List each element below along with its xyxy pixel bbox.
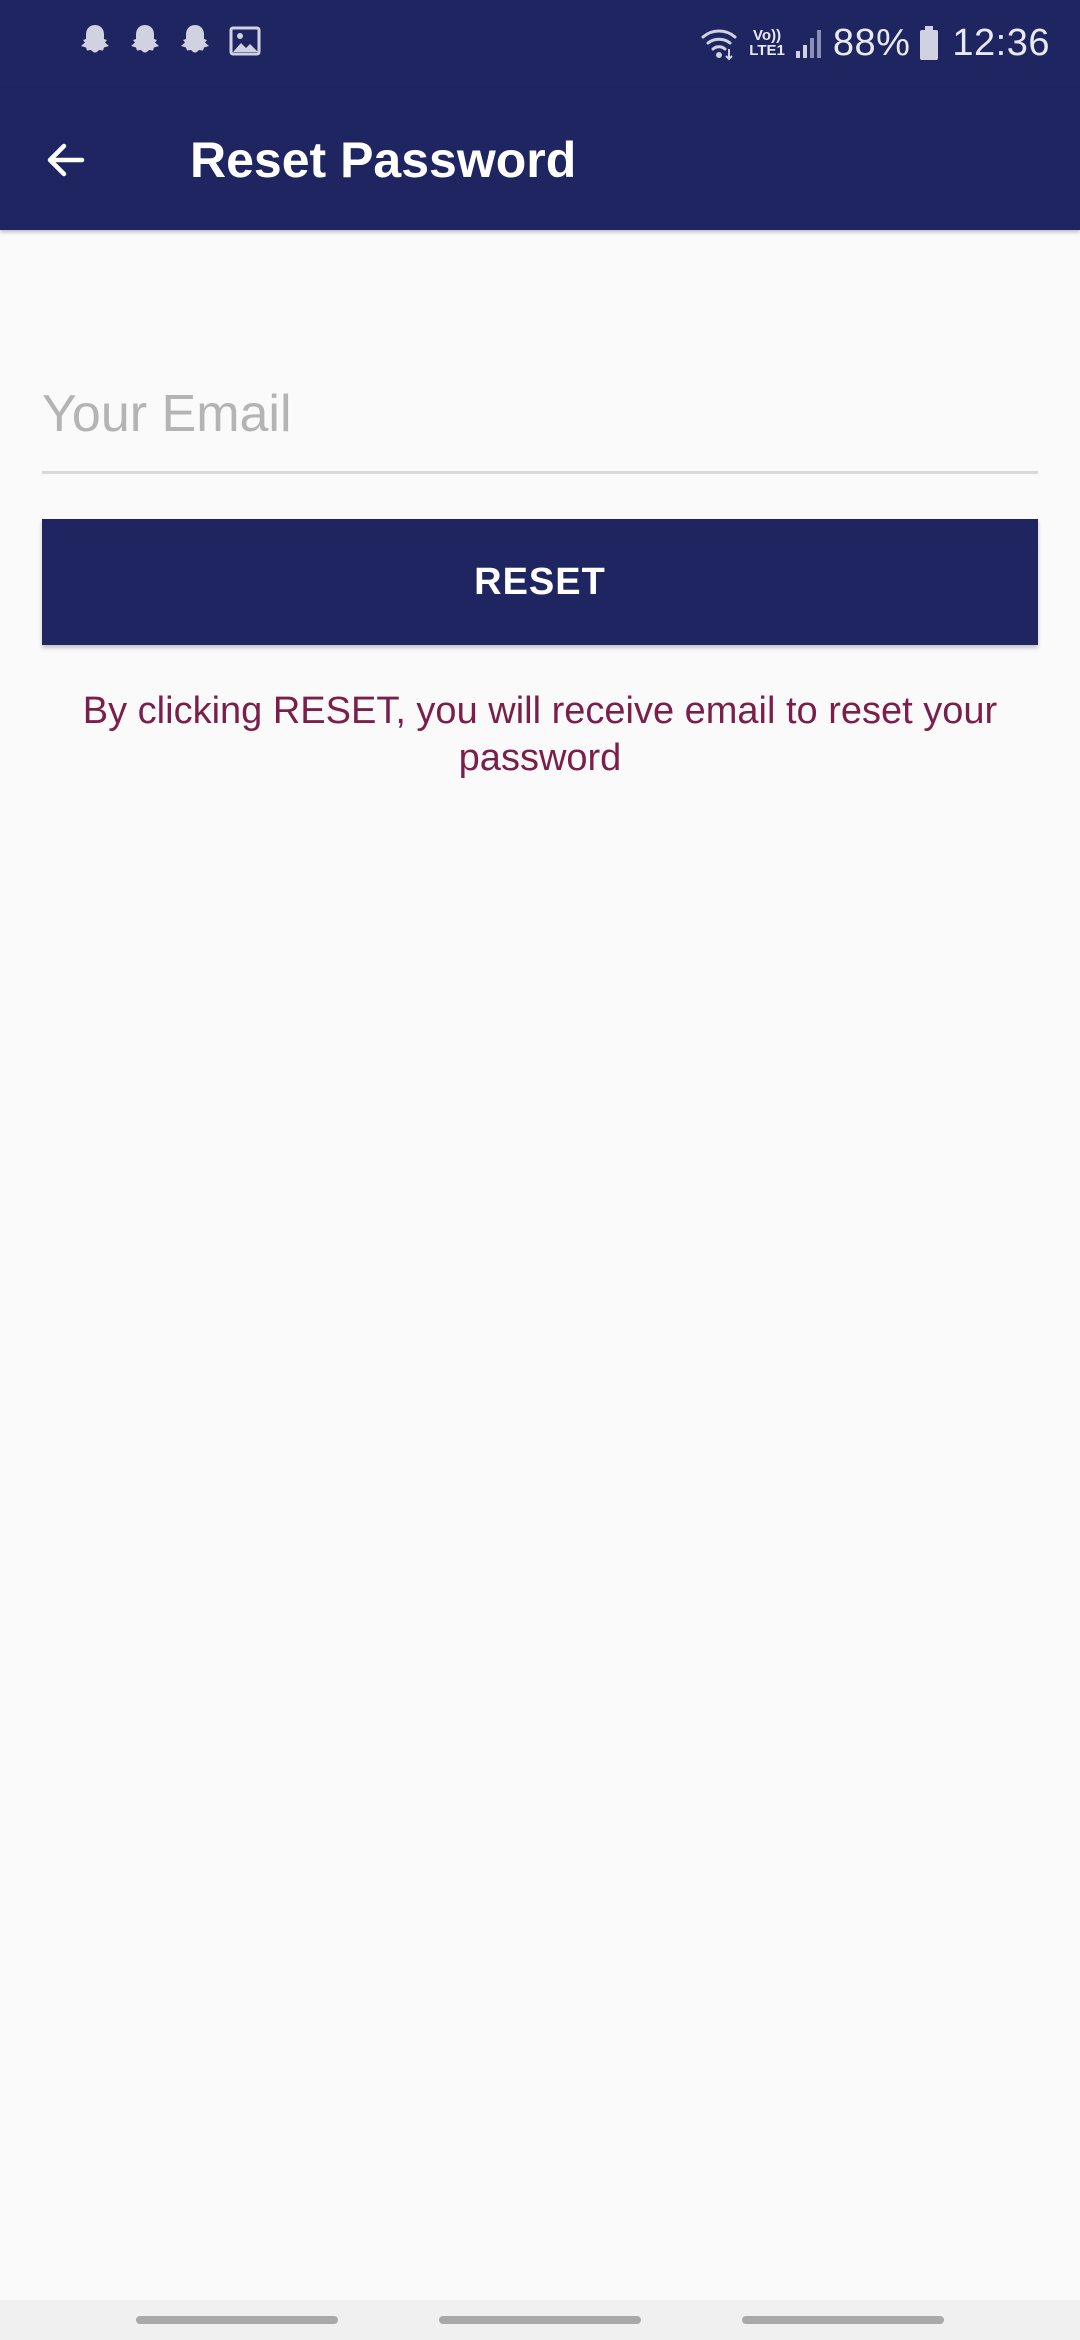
- system-indicators: Vo)) LTE1 88% 12:36: [699, 18, 1050, 68]
- reset-password-screen: Vo)) LTE1 88% 12:36 Reset Password Your …: [0, 0, 1080, 2340]
- signal-strength-icon: [795, 30, 821, 58]
- notification-icons: [78, 22, 262, 60]
- reset-button[interactable]: RESET: [42, 519, 1038, 645]
- snapchat-icon: [131, 25, 159, 53]
- snapchat-icon: [81, 25, 109, 53]
- status-bar: Vo)) LTE1 88% 12:36: [0, 0, 1080, 88]
- volte-label: Vo)): [753, 27, 782, 44]
- nav-home-handle[interactable]: [439, 2316, 641, 2324]
- back-button[interactable]: [28, 122, 104, 198]
- nav-recents-handle[interactable]: [136, 2316, 338, 2324]
- battery-percentage: 88%: [832, 21, 911, 64]
- page-title: Reset Password: [190, 132, 577, 188]
- arrow-left-icon: [47, 143, 85, 177]
- clock: 12:36: [952, 21, 1050, 64]
- nav-back-handle[interactable]: [742, 2316, 944, 2324]
- gesture-nav-bar: [0, 2300, 1080, 2340]
- reset-info-text: By clicking RESET, you will receive emai…: [82, 690, 998, 779]
- email-field[interactable]: [42, 370, 1038, 474]
- lte-label: LTE1: [749, 42, 785, 59]
- wifi-icon: [701, 29, 737, 61]
- battery-icon: [920, 26, 939, 60]
- snapchat-icon: [181, 25, 209, 53]
- app-bar: Reset Password: [0, 88, 1080, 230]
- image-icon: [229, 26, 261, 56]
- network-type-indicator: Vo)) LTE1: [749, 28, 785, 58]
